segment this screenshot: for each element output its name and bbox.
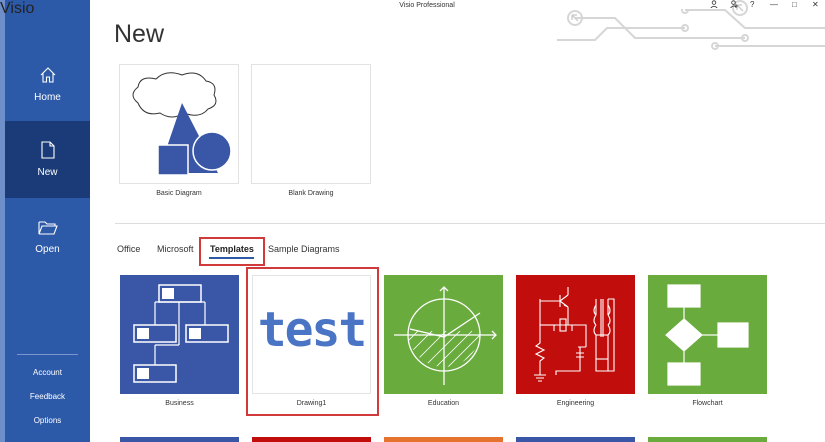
nav-new[interactable]: New [5, 121, 90, 198]
template-education-label: Education [427, 400, 460, 407]
nav-open-label: Open [35, 244, 60, 255]
template-next-row-1[interactable] [120, 437, 239, 442]
window-title: Visio Professional [399, 2, 455, 9]
template-engineering-label: Engineering [556, 400, 595, 407]
template-business-label: Business [165, 400, 194, 407]
template-business[interactable] [120, 275, 239, 394]
drawing1-highlight [246, 267, 379, 416]
template-education[interactable] [384, 275, 503, 394]
template-flowchart[interactable] [648, 275, 767, 394]
nav-home-label: Home [34, 92, 61, 103]
section-divider [115, 223, 825, 224]
nav-options[interactable]: Options [5, 416, 90, 425]
template-next-row-4[interactable] [516, 437, 635, 442]
nav-open[interactable]: Open [5, 216, 90, 292]
tab-office[interactable]: Office [117, 244, 140, 254]
basic-diagram-card[interactable] [119, 64, 239, 184]
home-icon [40, 67, 55, 83]
blank-drawing-label: Blank Drawing [288, 190, 334, 197]
nav-feedback[interactable]: Feedback [5, 392, 90, 401]
nav-account[interactable]: Account [5, 368, 90, 377]
basic-diagram-label: Basic Diagram [156, 190, 202, 197]
share-icon[interactable] [730, 0, 738, 10]
basic-shapes-icon [132, 72, 232, 176]
folder-icon [37, 221, 58, 235]
new-document-icon [40, 141, 55, 159]
user-icon[interactable] [710, 0, 718, 10]
rail-separator [17, 354, 78, 355]
templates-tab-highlight [199, 237, 265, 266]
account-name-area [585, 0, 700, 9]
geometry-icon [394, 286, 497, 385]
help-icon[interactable]: ? [750, 0, 754, 9]
org-chart-icon [133, 284, 229, 383]
flowchart-icon [665, 284, 749, 386]
maximize-icon[interactable]: □ [792, 0, 797, 9]
titlebar-controls: ? — □ ✕ [710, 0, 820, 10]
nav-new-label: New [37, 167, 58, 178]
circuit-schematic-icon [534, 287, 615, 382]
minimize-icon[interactable]: — [770, 0, 778, 9]
tab-microsoft[interactable]: Microsoft [157, 244, 194, 254]
template-next-row-5[interactable] [648, 437, 767, 442]
page-title: New [114, 20, 165, 48]
template-next-row-2[interactable] [252, 437, 371, 442]
template-flowchart-label: Flowchart [692, 400, 723, 407]
tab-sample-diagrams[interactable]: Sample Diagrams [268, 244, 340, 254]
app-name: Visio [0, 0, 35, 17]
template-engineering[interactable] [516, 275, 635, 394]
close-icon[interactable]: ✕ [812, 0, 819, 9]
blank-drawing-card[interactable] [251, 64, 371, 184]
template-next-row-3[interactable] [384, 437, 503, 442]
